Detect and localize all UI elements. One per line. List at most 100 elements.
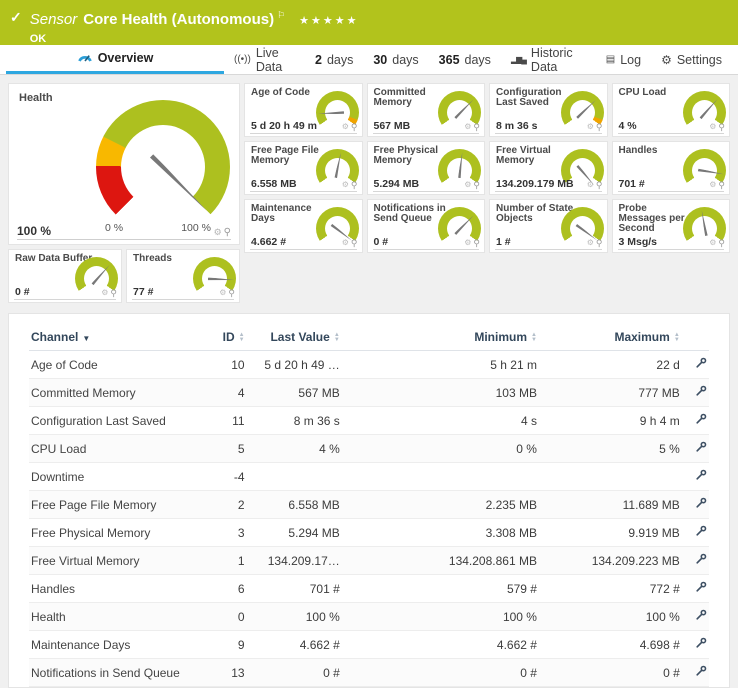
gauge-tile-age-of-code[interactable]: Age of Code5 d 20 h 49 m⚙⚲ — [244, 83, 363, 137]
table-row-handles[interactable]: Handles6701 #579 #772 # — [29, 575, 709, 603]
gear-icon[interactable]: ⚙ — [709, 122, 716, 133]
tab-settings[interactable]: ⚙Settings — [651, 45, 732, 74]
gauge-tile-notifications-in-send-queue[interactable]: Notifications in Send Queue0 #⚙⚲ — [367, 199, 486, 253]
gauge-tile-number-of-state-objects[interactable]: Number of State Objects1 #⚙⚲ — [489, 199, 608, 253]
table-row-free-physical-memory[interactable]: Free Physical Memory35.294 MB3.308 MB9.9… — [29, 519, 709, 547]
gear-icon[interactable]: ⚙ — [464, 238, 471, 249]
column-header-channel[interactable]: Channel▼ — [29, 324, 213, 351]
pin-icon[interactable]: ⚲ — [224, 227, 231, 238]
tile-underline — [495, 133, 602, 134]
gauge-tile-cpu-load[interactable]: CPU Load4 %⚙⚲ — [612, 83, 731, 137]
gauge-tile-maintenance-days[interactable]: Maintenance Days4.662 #⚙⚲ — [244, 199, 363, 253]
table-row-free-page-file-memory[interactable]: Free Page File Memory26.558 MB2.235 MB11… — [29, 491, 709, 519]
tab-overview[interactable]: Overview — [6, 45, 224, 74]
edit-channel-icon[interactable] — [682, 659, 709, 687]
gear-icon[interactable]: ⚙ — [101, 288, 108, 299]
gauge-tile-free-virtual-memory[interactable]: Free Virtual Memory134.209.179 MB⚙⚲ — [489, 141, 608, 195]
pin-icon[interactable]: ⚲ — [228, 288, 235, 299]
gauge-tile-threads[interactable]: Threads77 #⚙⚲ — [126, 249, 240, 303]
column-header-last-value[interactable]: Last Value▲▼ — [247, 324, 342, 351]
edit-channel-icon[interactable] — [682, 491, 709, 519]
tab-number: 30 — [373, 53, 387, 67]
tab-365-days[interactable]: 365days — [429, 45, 501, 74]
cell-id: 1 — [213, 547, 247, 575]
column-header-minimum[interactable]: Minimum▲▼ — [342, 324, 539, 351]
pin-icon[interactable]: ⚲ — [473, 238, 480, 249]
edit-channel-icon[interactable] — [682, 407, 709, 435]
table-row-configuration-last-saved[interactable]: Configuration Last Saved118 m 36 s4 s9 h… — [29, 407, 709, 435]
tab-30-days[interactable]: 30days — [363, 45, 428, 74]
edit-channel-icon[interactable] — [682, 603, 709, 631]
edit-channel-icon[interactable] — [682, 519, 709, 547]
pin-icon[interactable]: ⚲ — [351, 180, 358, 191]
priority-flag-icon[interactable]: ⚐ — [277, 10, 285, 20]
cell-maximum: 777 MB — [539, 379, 682, 407]
cell-maximum: 772 # — [539, 575, 682, 603]
gauge-tile-configuration-last-saved[interactable]: Configuration Last Saved8 m 36 s⚙⚲ — [489, 83, 608, 137]
gear-icon[interactable]: ⚙ — [709, 180, 716, 191]
gauge-tile-raw-data-buffer[interactable]: Raw Data Buffer0 #⚙⚲ — [8, 249, 122, 303]
edit-channel-icon[interactable] — [682, 547, 709, 575]
edit-channel-icon[interactable] — [682, 379, 709, 407]
priority-stars[interactable]: ★★★★★ — [299, 15, 358, 27]
cell-maximum: 22 d — [539, 351, 682, 379]
table-row-notifications-in-send-queue[interactable]: Notifications in Send Queue130 #0 #0 # — [29, 659, 709, 687]
cell-channel: Configuration Last Saved — [29, 407, 213, 435]
gear-icon[interactable]: ⚙ — [214, 227, 222, 238]
column-header-label: Minimum — [474, 330, 527, 344]
sort-toggle-icon: ▲▼ — [334, 333, 340, 343]
pin-icon[interactable]: ⚲ — [596, 180, 603, 191]
overview-content: Health 0 % 100 % 100 % ⚙⚲ Raw Data Buffe… — [0, 75, 738, 688]
pin-icon[interactable]: ⚲ — [596, 122, 603, 133]
gear-icon[interactable]: ⚙ — [587, 238, 594, 249]
tab-historic-data[interactable]: ▂▆▄Historic Data — [501, 45, 596, 74]
gear-icon[interactable]: ⚙ — [219, 288, 226, 299]
gear-icon[interactable]: ⚙ — [342, 238, 349, 249]
pin-icon[interactable]: ⚲ — [351, 122, 358, 133]
tile-underline — [250, 191, 357, 192]
edit-channel-icon[interactable] — [682, 435, 709, 463]
pin-icon[interactable]: ⚲ — [473, 180, 480, 191]
table-row-health[interactable]: Health0100 %100 %100 % — [29, 603, 709, 631]
tile-icons: ⚙⚲ — [709, 238, 725, 249]
tab-2-days[interactable]: 2days — [305, 45, 363, 74]
edit-channel-icon[interactable] — [682, 631, 709, 659]
gauge-tile-free-page-file-memory[interactable]: Free Page File Memory6.558 MB⚙⚲ — [244, 141, 363, 195]
gauge-tile-handles[interactable]: Handles701 #⚙⚲ — [612, 141, 731, 195]
tab-log[interactable]: ▤Log — [596, 45, 651, 74]
gauge-tile-value: 0 # — [374, 236, 389, 248]
edit-channel-icon[interactable] — [682, 463, 709, 491]
table-row-cpu-load[interactable]: CPU Load54 %0 %5 % — [29, 435, 709, 463]
pin-icon[interactable]: ⚲ — [718, 180, 725, 191]
gear-icon[interactable]: ⚙ — [587, 122, 594, 133]
pin-icon[interactable]: ⚲ — [351, 238, 358, 249]
table-row-age-of-code[interactable]: Age of Code105 d 20 h 49 …5 h 21 m22 d — [29, 351, 709, 379]
tab-number: 2 — [315, 53, 322, 67]
gauge-tile-free-physical-memory[interactable]: Free Physical Memory5.294 MB⚙⚲ — [367, 141, 486, 195]
gear-icon[interactable]: ⚙ — [709, 238, 716, 249]
tab-live-data[interactable]: ((•))Live Data — [224, 45, 305, 74]
broadcast-icon: ((•)) — [234, 55, 251, 65]
gear-icon[interactable]: ⚙ — [587, 180, 594, 191]
table-row-committed-memory[interactable]: Committed Memory4567 MB103 MB777 MB — [29, 379, 709, 407]
health-gauge-tile[interactable]: Health 0 % 100 % 100 % ⚙⚲ — [8, 83, 240, 245]
pin-icon[interactable]: ⚲ — [596, 238, 603, 249]
pin-icon[interactable]: ⚲ — [473, 122, 480, 133]
table-row-free-virtual-memory[interactable]: Free Virtual Memory1134.209.17…134.208.8… — [29, 547, 709, 575]
pin-icon[interactable]: ⚲ — [718, 122, 725, 133]
gauge-tile-probe-messages-per-second[interactable]: Probe Messages per Second3 Msg/s⚙⚲ — [612, 199, 731, 253]
table-row-downtime[interactable]: Downtime-4 — [29, 463, 709, 491]
gear-icon[interactable]: ⚙ — [342, 122, 349, 133]
table-row-maintenance-days[interactable]: Maintenance Days94.662 #4.662 #4.698 # — [29, 631, 709, 659]
gauge-tile-committed-memory[interactable]: Committed Memory567 MB⚙⚲ — [367, 83, 486, 137]
pin-icon[interactable]: ⚲ — [110, 288, 117, 299]
gear-icon[interactable]: ⚙ — [342, 180, 349, 191]
column-header-maximum[interactable]: Maximum▲▼ — [539, 324, 682, 351]
edit-channel-icon[interactable] — [682, 351, 709, 379]
gear-icon[interactable]: ⚙ — [464, 122, 471, 133]
gear-icon[interactable]: ⚙ — [464, 180, 471, 191]
column-header-id[interactable]: ID▲▼ — [213, 324, 247, 351]
cell-last-value: 6.558 MB — [247, 491, 342, 519]
pin-icon[interactable]: ⚲ — [718, 238, 725, 249]
edit-channel-icon[interactable] — [682, 575, 709, 603]
